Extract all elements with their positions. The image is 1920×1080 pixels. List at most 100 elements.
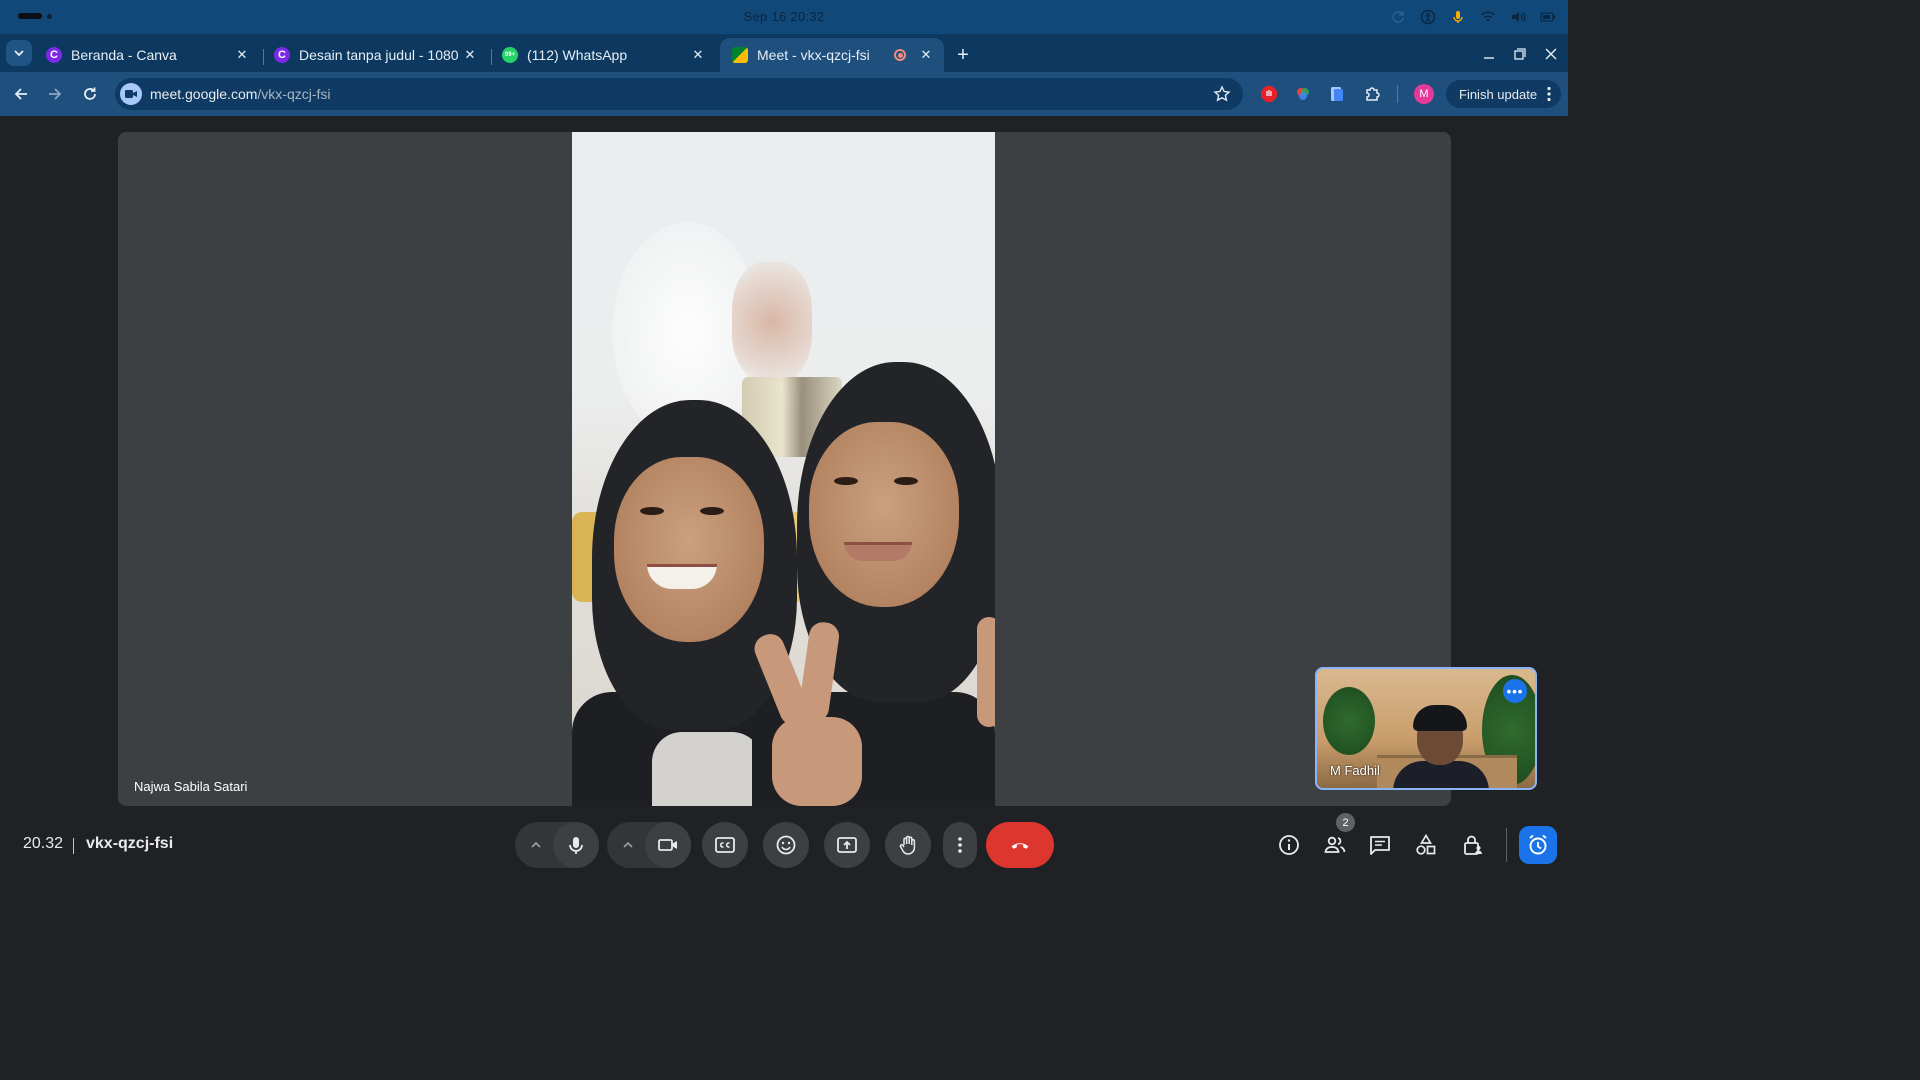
new-tab-button[interactable]: + — [952, 44, 974, 66]
tab-meet[interactable]: Meet - vkx-qzcj-fsi ✕ — [720, 38, 944, 72]
shapes-icon — [1416, 833, 1436, 855]
google-meet-icon — [732, 47, 748, 63]
close-window-button[interactable] — [1539, 42, 1563, 66]
system-tray[interactable] — [1390, 9, 1556, 25]
address-bar[interactable]: meet.google.com/vkx-qzcj-fsi — [115, 78, 1243, 110]
recording-indicator-icon — [894, 49, 906, 61]
site-info-icon[interactable] — [120, 83, 142, 105]
arrow-right-icon — [49, 88, 62, 100]
reload-icon — [84, 87, 96, 100]
meeting-code: vkx-qzcj-fsi — [86, 835, 174, 852]
tab-title: Desain tanpa judul - 1080 — [299, 47, 459, 63]
closed-captions-icon — [715, 837, 735, 853]
url-text[interactable]: meet.google.com/vkx-qzcj-fsi — [150, 86, 331, 102]
tab-canva-design[interactable]: C Desain tanpa judul - 1080 ✕ — [262, 38, 488, 72]
audio-options-button[interactable] — [523, 822, 549, 868]
meeting-details-button[interactable] — [1276, 832, 1302, 858]
timer-button[interactable] — [1519, 826, 1557, 864]
chevron-down-icon — [14, 50, 24, 57]
finish-update-button[interactable]: Finish update — [1446, 80, 1561, 108]
bookmark-star-icon[interactable] — [1213, 85, 1231, 108]
people-icon — [1324, 836, 1346, 853]
tab-title: (112) WhatsApp — [527, 47, 628, 63]
captions-button[interactable] — [702, 822, 748, 868]
reload-button[interactable] — [78, 82, 102, 106]
hand-icon — [899, 835, 916, 855]
person-face — [809, 422, 959, 607]
chevron-up-icon — [531, 841, 541, 848]
person-eye — [894, 477, 918, 485]
person-eye — [640, 507, 664, 515]
profile-avatar[interactable]: M — [1414, 84, 1434, 104]
more-options-button[interactable] — [943, 822, 977, 868]
wifi-icon — [1480, 9, 1496, 25]
self-headphones — [1413, 705, 1467, 731]
tab-whatsapp[interactable]: 99+ (112) WhatsApp ✕ — [490, 38, 716, 72]
participant-video[interactable] — [572, 132, 995, 806]
close-tab-icon[interactable]: ✕ — [688, 45, 708, 65]
close-tab-icon[interactable]: ✕ — [232, 45, 252, 65]
participant-name-label: Najwa Sabila Satari — [134, 779, 248, 794]
camera-button[interactable] — [645, 822, 691, 868]
browser-toolbar: meet.google.com/vkx-qzcj-fsi M Finish up… — [0, 72, 1568, 116]
adblock-extension-icon[interactable] — [1259, 84, 1279, 104]
extensions-puzzle-icon[interactable] — [1363, 84, 1383, 104]
minimize-icon — [1484, 57, 1494, 59]
person-hand — [977, 617, 995, 727]
chevron-up-icon — [623, 841, 633, 848]
canva-icon: C — [46, 47, 62, 63]
accessibility-icon — [1420, 9, 1436, 25]
info-icon — [1279, 835, 1299, 855]
background-plant — [1323, 687, 1375, 755]
battery-icon — [1540, 9, 1556, 25]
lock-person-icon — [1464, 835, 1482, 855]
present-screen-button[interactable] — [824, 822, 870, 868]
url-path: /vkx-qzcj-fsi — [257, 86, 331, 102]
forward-button[interactable] — [43, 82, 67, 106]
person-eye — [700, 507, 724, 515]
chat-button[interactable] — [1367, 832, 1393, 858]
restore-button[interactable] — [1508, 42, 1532, 66]
reactions-button[interactable] — [763, 822, 809, 868]
control-bar-divider — [1506, 828, 1507, 862]
color-picker-extension-icon[interactable] — [1293, 84, 1313, 104]
participant-count-badge: 2 — [1336, 813, 1355, 832]
kebab-menu-icon — [1547, 86, 1551, 102]
microphone-button[interactable] — [553, 822, 599, 868]
whatsapp-icon: 99+ — [502, 47, 518, 63]
tab-title: Meet - vkx-qzcj-fsi — [757, 47, 870, 63]
raise-hand-button[interactable] — [885, 822, 931, 868]
canva-icon: C — [274, 47, 290, 63]
chat-icon — [1370, 836, 1390, 855]
leave-call-button[interactable] — [986, 822, 1054, 868]
docs-extension-icon[interactable] — [1327, 84, 1347, 104]
system-top-bar: Sep 16 20:32 — [0, 0, 1568, 34]
back-button[interactable] — [9, 82, 33, 106]
tab-title: Beranda - Canva — [71, 47, 177, 63]
meeting-info-divider — [73, 838, 74, 854]
self-view-tile[interactable]: ••• M Fadhil — [1315, 667, 1537, 790]
kebab-menu-icon — [958, 837, 962, 853]
tab-canva-home[interactable]: C Beranda - Canva ✕ — [34, 38, 260, 72]
people-button[interactable] — [1322, 832, 1348, 858]
activities-button[interactable] — [1413, 832, 1439, 858]
microphone-icon — [569, 837, 583, 854]
more-options-icon[interactable]: ••• — [1503, 679, 1527, 703]
volume-icon — [1510, 9, 1526, 25]
close-icon — [1545, 48, 1557, 60]
tab-search-button[interactable] — [6, 40, 32, 66]
video-camera-icon — [658, 839, 677, 851]
close-tab-icon[interactable]: ✕ — [460, 45, 480, 65]
finish-update-label: Finish update — [1459, 86, 1538, 102]
arrow-left-icon — [14, 88, 27, 100]
close-tab-icon[interactable]: ✕ — [916, 45, 936, 65]
host-controls-button[interactable] — [1460, 832, 1486, 858]
video-options-button[interactable] — [615, 822, 641, 868]
tab-strip: C Beranda - Canva ✕ C Desain tanpa judul… — [0, 34, 1568, 72]
microphone-icon — [1450, 9, 1466, 25]
meeting-stage: Najwa Sabila Satari — [118, 132, 1451, 806]
minimize-button[interactable] — [1477, 42, 1501, 66]
system-clock[interactable]: Sep 16 20:32 — [0, 9, 1568, 24]
person-face — [614, 457, 764, 642]
toolbar-divider — [1397, 85, 1398, 103]
